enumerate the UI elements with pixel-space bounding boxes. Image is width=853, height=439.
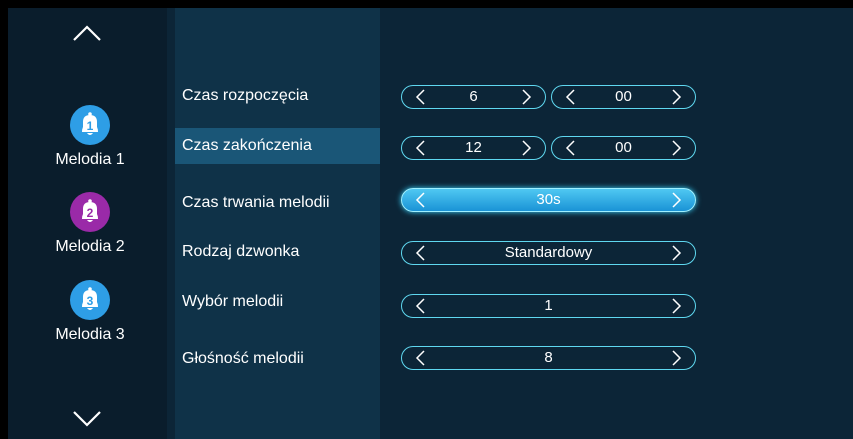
scroll-up-icon[interactable] [72, 22, 102, 44]
volume-selector[interactable]: 8 [401, 346, 696, 370]
label-melody-choice: Wybór melodii [182, 293, 284, 310]
chevron-right-icon[interactable] [671, 192, 683, 208]
chevron-right-icon[interactable] [521, 89, 533, 105]
label-start-time: Czas rozpoczęcia [182, 87, 309, 104]
melody-item-2[interactable]: 2 Melodia 2 [40, 192, 140, 256]
bell-icon: 2 [70, 192, 110, 232]
end-minute-selector[interactable]: 00 [551, 136, 696, 160]
scroll-down-icon[interactable] [72, 408, 102, 430]
bell-number: 1 [86, 119, 94, 133]
bell-icon: 1 [70, 105, 110, 145]
start-hour-selector[interactable]: 6 [401, 85, 546, 109]
melody-label: Melodia 3 [55, 326, 125, 343]
chevron-right-icon[interactable] [521, 140, 533, 156]
melody-label: Melodia 1 [55, 151, 125, 168]
melody-choice-value: 1 [544, 297, 553, 314]
melody-label: Melodia 2 [55, 238, 125, 255]
ring-type-value: Standardowy [504, 244, 593, 261]
end-hour-selector[interactable]: 12 [401, 136, 546, 160]
melody-choice-selector[interactable]: 1 [401, 294, 696, 318]
chevron-right-icon[interactable] [671, 350, 683, 366]
label-end-time[interactable]: Czas zakończenia [175, 128, 380, 164]
chevron-right-icon[interactable] [671, 298, 683, 314]
volume-value: 8 [544, 349, 553, 366]
label-ring-type: Rodzaj dzwonka [182, 243, 300, 260]
bell-icon: 3 [70, 280, 110, 320]
duration-selector[interactable]: 30s [401, 188, 696, 212]
duration-value: 30s [536, 191, 561, 208]
chevron-right-icon[interactable] [671, 89, 683, 105]
melody-item-3[interactable]: 3 Melodia 3 [40, 280, 140, 344]
bell-number: 3 [86, 294, 94, 308]
bell-number: 2 [86, 206, 94, 220]
start-minute-selector[interactable]: 00 [551, 85, 696, 109]
label-melody-volume: Głośność melodii [182, 350, 304, 367]
label-melody-duration: Czas trwania melodii [182, 194, 330, 211]
melody-item-1[interactable]: 1 Melodia 1 [40, 105, 140, 169]
chevron-right-icon[interactable] [671, 140, 683, 156]
settings-values-panel [380, 8, 853, 439]
ring-type-selector[interactable]: Standardowy [401, 241, 696, 265]
chevron-right-icon[interactable] [671, 245, 683, 261]
